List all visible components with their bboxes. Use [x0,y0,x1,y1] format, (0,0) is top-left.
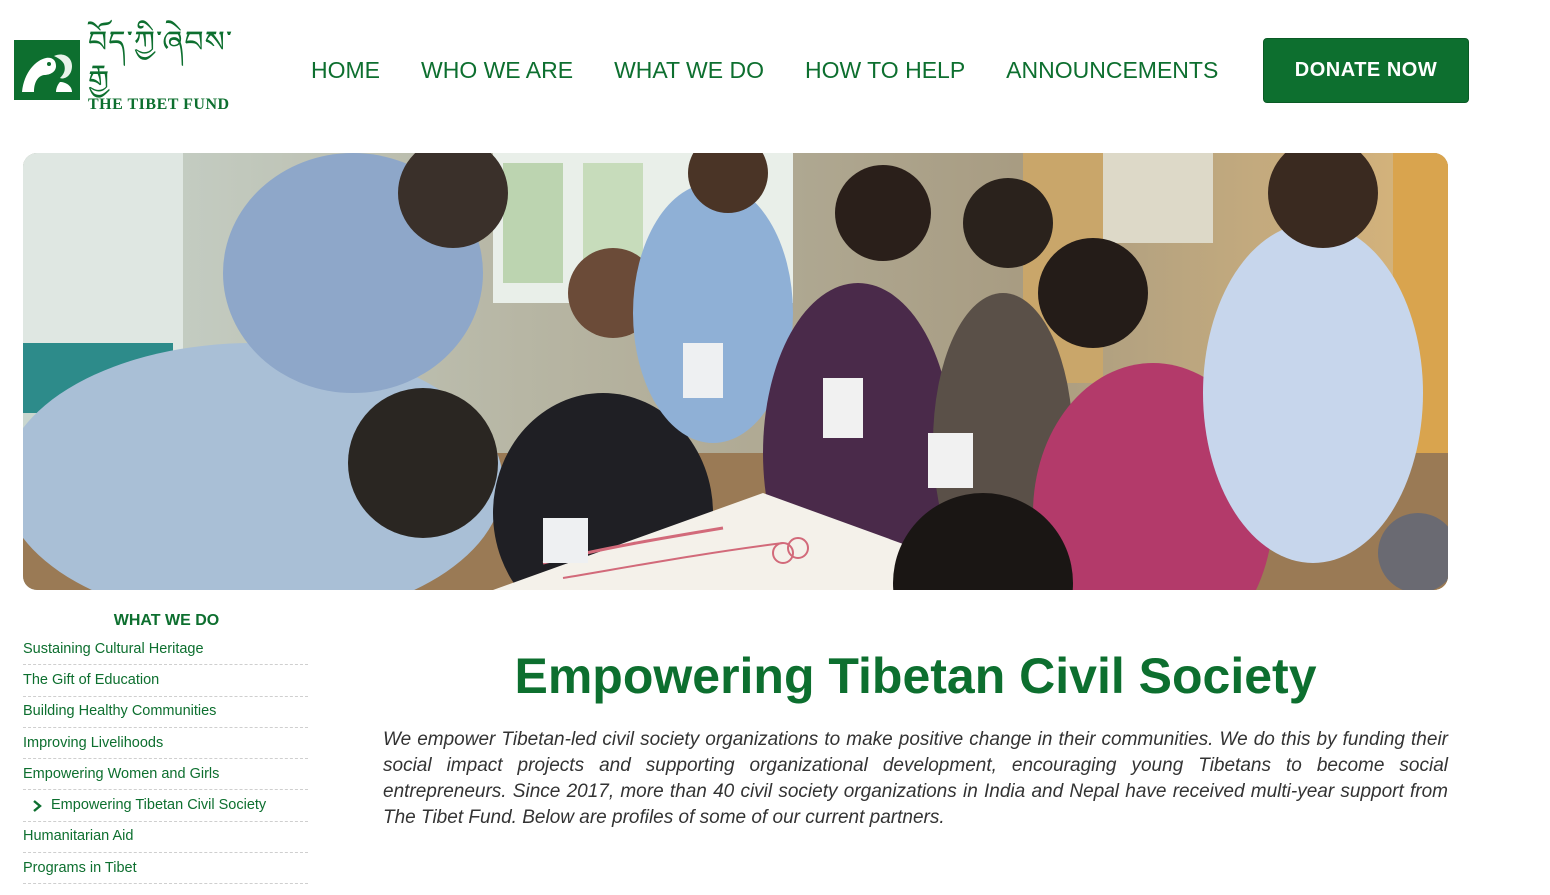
site-logo[interactable]: བོད་ཀྱི་ཞེབས་རྒྱ THE TIBET FUND [14,26,240,113]
sidebar-item-label: Improving Livelihoods [23,734,164,751]
logo-name: THE TIBET FUND [88,96,230,113]
main-nav: HOME WHO WE ARE WHAT WE DO HOW TO HELP A… [311,56,1218,84]
nav-who-we-are[interactable]: WHO WE ARE [421,56,573,84]
sidebar-item-livelihoods[interactable]: Improving Livelihoods [23,728,308,760]
sidebar-item-healthy-communities[interactable]: Building Healthy Communities [23,697,308,728]
sidebar-item-women-and-girls[interactable]: Empowering Women and Girls [23,759,308,791]
hero-image [23,153,1448,590]
sidebar-item-label: Empowering Tibetan Civil Society [51,797,267,814]
sidebar-item-civil-society[interactable]: Empowering Tibetan Civil Society [23,790,308,822]
sidebar-item-label: Building Healthy Communities [23,703,217,720]
intro-paragraph: We empower Tibetan-led civil society org… [383,729,1448,828]
sidebar-item-programs-in-tibet[interactable]: Programs in Tibet [23,853,308,885]
nav-announcements[interactable]: ANNOUNCEMENTS [1006,56,1218,84]
logo-tibetan-script: བོད་ཀྱི་ཞེབས་རྒྱ [88,25,234,94]
sidebar-nav: WHAT WE DO Sustaining Cultural Heritage … [23,610,308,885]
sidebar-item-label: Programs in Tibet [23,859,137,876]
nav-home[interactable]: HOME [311,56,380,84]
nav-how-to-help[interactable]: HOW TO HELP [805,56,965,84]
sidebar-title: WHAT WE DO [113,612,220,629]
page-title: Empowering Tibetan Civil Society [514,648,1317,704]
sidebar-item-label: Sustaining Cultural Heritage [23,640,204,657]
sidebar-item-education[interactable]: The Gift of Education [23,665,308,697]
chevron-right-icon [27,799,47,812]
snow-lion-logo-icon [14,40,80,100]
sidebar-item-humanitarian-aid[interactable]: Humanitarian Aid [23,822,308,854]
sidebar-item-label: Empowering Women and Girls [23,765,220,782]
donate-now-button[interactable]: DONATE NOW [1263,38,1469,103]
sidebar-item-cultural-heritage[interactable]: Sustaining Cultural Heritage [23,634,308,666]
sidebar-item-label: The Gift of Education [23,671,160,688]
sidebar-item-label: Humanitarian Aid [23,828,134,845]
nav-what-we-do[interactable]: WHAT WE DO [614,56,764,84]
